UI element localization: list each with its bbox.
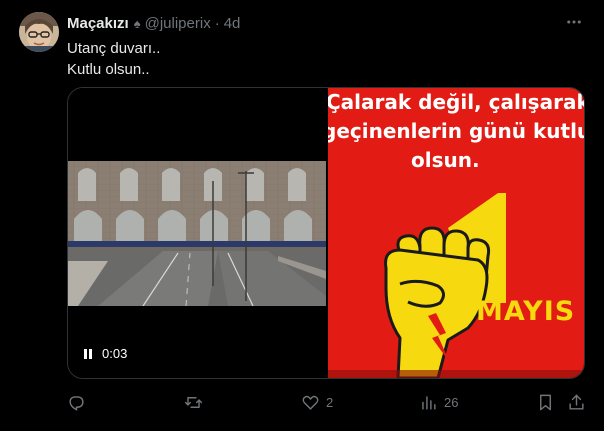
like-button[interactable]: 2 [301, 390, 333, 414]
spade-icon: ♠ [133, 15, 141, 31]
poster-image[interactable]: Çalarak değil, çalışarak geçinenlerin gü… [328, 88, 585, 378]
video-duration: 0:03 [102, 346, 128, 361]
reply-icon [69, 395, 84, 411]
pause-icon[interactable] [84, 348, 94, 359]
tweet-header: Maçakızı ♠ @juliperix · 4d [67, 13, 240, 33]
bookmark-icon [540, 394, 551, 410]
avatar[interactable] [19, 12, 59, 52]
display-name[interactable]: Maçakızı [67, 15, 129, 32]
poster-line: olsun. [411, 148, 480, 172]
tweet[interactable]: Maçakızı ♠ @juliperix · 4d Utanç duvarı.… [0, 0, 604, 431]
bookmark-button[interactable] [536, 390, 555, 414]
views-count: 26 [444, 394, 459, 410]
video-controls[interactable]: 0:03 [84, 346, 127, 361]
views-icon [422, 395, 436, 410]
separator-dot: · [214, 14, 220, 32]
tweet-text-line: Utanç duvarı.. [67, 40, 161, 57]
retweet-button[interactable] [184, 390, 209, 414]
reply-button[interactable] [67, 390, 92, 414]
action-bar: 2 26 [67, 390, 585, 414]
video-thumbnail [68, 161, 326, 306]
share-button[interactable] [567, 390, 586, 414]
timestamp[interactable]: 4d [224, 15, 241, 32]
like-count: 2 [326, 394, 334, 410]
poster-line: Çalarak değil, çalışarak [328, 90, 585, 114]
retweet-icon [184, 396, 203, 408]
tweet-text-line: Kutlu olsun.. [67, 61, 150, 78]
tweet-text: Utanç duvarı.. Kutlu olsun.. [67, 38, 160, 80]
poster-mayis: MAYIS [476, 296, 576, 327]
heart-icon [302, 395, 319, 410]
user-handle[interactable]: @juliperix [145, 15, 211, 32]
views-button[interactable]: 26 [419, 390, 458, 414]
more-options-button[interactable] [563, 12, 585, 32]
video-player[interactable]: 0:03 [68, 88, 326, 378]
more-icon [567, 20, 581, 24]
share-icon [569, 394, 584, 410]
media-grid: 0:03 Çalarak değil, çalışarak geçinenler… [67, 87, 585, 379]
poster-line: geçinenlerin günü kutlu [328, 119, 585, 143]
